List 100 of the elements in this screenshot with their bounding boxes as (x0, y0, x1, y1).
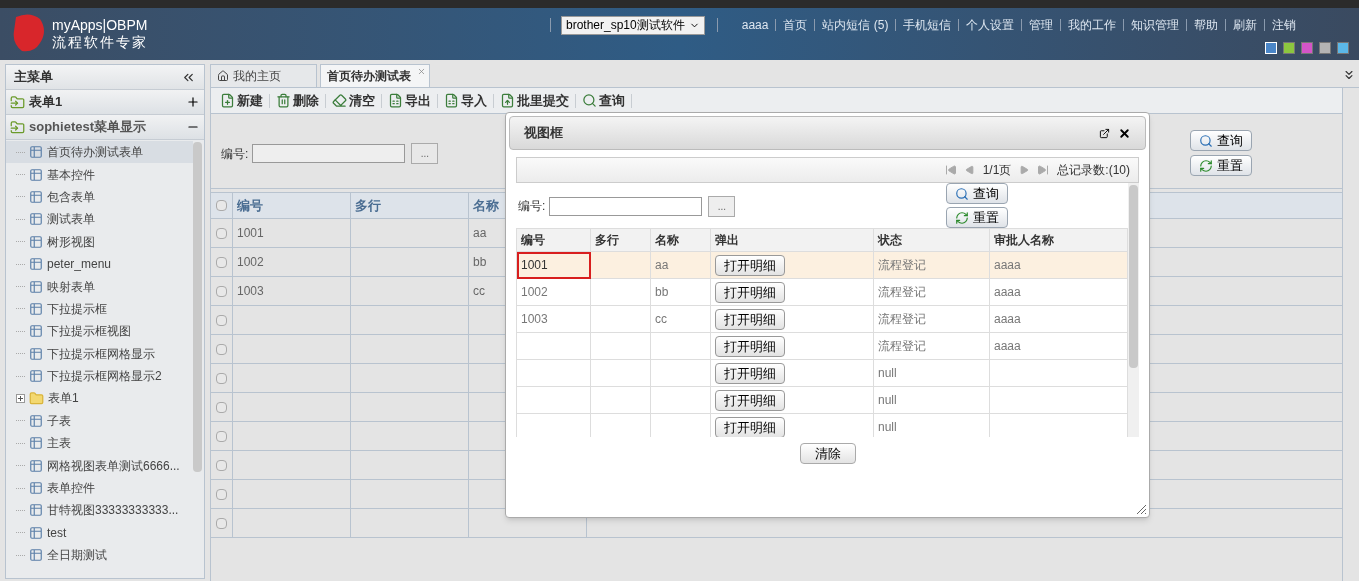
checkbox[interactable] (216, 285, 227, 297)
menu-item[interactable]: 下拉提示框网格显示2 (6, 364, 193, 388)
tab[interactable]: 首页待办测试表 (320, 64, 430, 87)
menu-item[interactable]: 甘特视图33333333333... (6, 499, 193, 522)
column-header[interactable]: 多行 (355, 195, 381, 216)
item-label: 映射表单 (47, 278, 95, 296)
table-cell-text: aa (473, 225, 487, 242)
menu-item[interactable]: 下拉提示框网格显示 (6, 342, 193, 365)
menu-item[interactable]: 全日期测试 (6, 544, 193, 567)
menu-item[interactable]: 表单1 (6, 387, 193, 410)
query-button[interactable]: 查询 (946, 183, 1008, 204)
checkbox[interactable] (216, 372, 227, 384)
toolbar-button[interactable]: 查询 (579, 90, 628, 111)
menu-item[interactable]: 主表 (6, 432, 193, 455)
sidebar-section[interactable]: 表单1 (6, 90, 204, 115)
toolbar-button[interactable]: 批里提交 (497, 90, 572, 111)
section-label: sophietest菜单显示 (29, 118, 146, 137)
nav-link[interactable]: 手机短信 (903, 16, 952, 34)
number-field[interactable] (549, 196, 703, 216)
browse-button[interactable]: ... (708, 195, 736, 217)
nav-link[interactable]: 我的工作 (1068, 16, 1117, 34)
nav-link[interactable]: 站内短信 (5) (822, 16, 889, 34)
menu-item[interactable]: 网格视图表单测试6666... (6, 454, 193, 477)
table-cell-text: cc (473, 283, 485, 300)
theme-swatch[interactable] (1319, 42, 1331, 54)
sidebar-section[interactable]: sophietest菜单显示 (6, 115, 204, 140)
checkbox[interactable] (216, 314, 227, 326)
nav-link[interactable]: 管理 (1029, 16, 1054, 34)
menu-item[interactable]: 包含表单 (6, 185, 193, 209)
open-detail-button[interactable]: 打开明细 (715, 389, 785, 411)
theme-swatch[interactable] (1283, 42, 1295, 54)
column-header[interactable]: 名称 (473, 195, 499, 216)
theme-swatch[interactable] (1301, 42, 1313, 54)
checkbox[interactable] (216, 430, 227, 442)
expand-icon[interactable] (16, 394, 25, 403)
checkbox[interactable] (216, 200, 227, 211)
checkbox[interactable] (216, 343, 227, 355)
menu-item[interactable]: 测试表单 (6, 208, 193, 231)
open-detail-button[interactable]: 打开明细 (715, 416, 785, 437)
menu-item[interactable]: 树形视图 (6, 230, 193, 253)
menu-item[interactable]: test (6, 521, 193, 545)
nav-link[interactable]: 刷新 (1233, 16, 1258, 34)
toolbar-button[interactable]: 新建 (217, 90, 266, 111)
nav-link[interactable]: 知识管理 (1131, 16, 1180, 34)
checkbox[interactable] (216, 517, 227, 529)
toolbar-button[interactable]: 导出 (385, 90, 434, 111)
nav-link[interactable]: 个人设置 (966, 16, 1015, 34)
open-detail-button[interactable]: 打开明细 (715, 335, 785, 357)
menu-item[interactable]: 表单控件 (6, 476, 193, 500)
checkbox[interactable] (216, 401, 227, 413)
expand-icon[interactable] (1342, 68, 1356, 82)
checkbox[interactable] (216, 256, 227, 268)
reset-button[interactable]: 重置 (1190, 155, 1252, 176)
nav-link[interactable]: 帮助 (1194, 16, 1219, 34)
toolbar-button[interactable]: 导入 (441, 90, 490, 111)
open-detail-button[interactable]: 打开明细 (715, 308, 785, 330)
table-cell-text: 1001 (237, 225, 264, 242)
nav-link[interactable]: 注销 (1272, 16, 1297, 34)
scrollbar[interactable] (1128, 183, 1139, 437)
open-detail-button[interactable]: 打开明细 (715, 362, 785, 384)
tab[interactable]: 我的主页 (210, 64, 317, 87)
theme-swatch[interactable] (1337, 42, 1349, 54)
browse-button[interactable]: ... (411, 143, 439, 164)
table-icon (29, 458, 43, 473)
close-icon[interactable] (1118, 126, 1131, 140)
scrollbar[interactable] (193, 142, 202, 472)
last-page-icon[interactable] (1037, 164, 1050, 176)
menu-item[interactable]: 下拉提示框 (6, 297, 193, 321)
checkbox[interactable] (216, 488, 227, 500)
open-detail-button[interactable]: 打开明细 (715, 281, 785, 303)
toolbar-button[interactable]: 清空 (329, 90, 378, 111)
number-field[interactable] (252, 144, 406, 163)
resize-grip-icon[interactable] (1136, 504, 1147, 515)
clear-button[interactable]: 清除 (799, 443, 856, 464)
menu-item[interactable]: peter_menu (6, 252, 193, 276)
column-header[interactable]: 编号 (237, 195, 263, 216)
open-detail-button[interactable]: 打开明细 (715, 254, 785, 276)
menu-item[interactable]: 下拉提示框视图 (6, 320, 193, 343)
column-header[interactable]: 状态 (878, 233, 902, 247)
app-select[interactable]: brother_sp10测试软件 (561, 15, 705, 35)
column-header[interactable]: 编号 (521, 233, 545, 247)
nav-link[interactable]: aaaa (741, 16, 769, 34)
toolbar-button[interactable]: 删除 (273, 90, 322, 111)
nav-link[interactable]: 首页 (783, 16, 808, 34)
menu-item[interactable]: 基本控件 (6, 163, 193, 186)
table-cell: null (878, 393, 897, 407)
column-header[interactable]: 弹出 (715, 233, 739, 247)
menu-item[interactable]: 子表 (6, 409, 193, 433)
item-label: 首页待办测试表单 (47, 144, 143, 162)
previous-page-icon[interactable] (964, 165, 975, 175)
first-page-icon[interactable] (944, 164, 957, 176)
menu-item[interactable]: 映射表单 (6, 275, 193, 298)
checkbox[interactable] (216, 227, 227, 239)
next-page-icon[interactable] (1019, 165, 1030, 175)
checkbox[interactable] (216, 459, 227, 471)
table-cell: 流程登记 (878, 285, 926, 299)
popout-icon[interactable] (1099, 127, 1110, 139)
query-button[interactable]: 查询 (1190, 130, 1252, 151)
reset-button[interactable]: 重置 (946, 207, 1008, 228)
menu-item[interactable]: 首页待办测试表单 (6, 141, 193, 164)
